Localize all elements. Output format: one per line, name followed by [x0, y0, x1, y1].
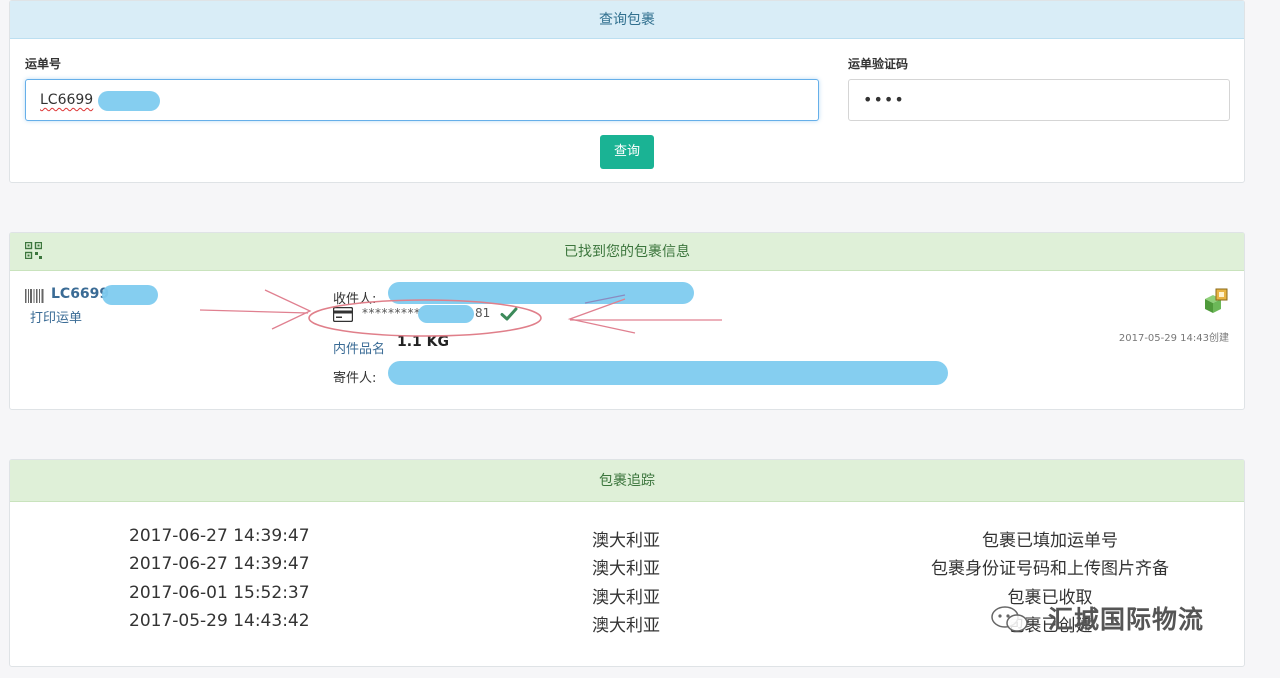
id-number-tail: 81 [475, 306, 491, 320]
tracking-status: 包裹已收取 [1007, 588, 1093, 608]
verify-code-input[interactable]: •••• [848, 79, 1230, 121]
redaction-mark [102, 285, 158, 305]
query-button[interactable]: 查询 [600, 135, 654, 169]
waybill-number: LC6699 [51, 286, 110, 302]
watermark-text: 汇城国际物流 [1048, 605, 1205, 634]
tracking-row: 2017-06-27 14:39:47 澳大利亚 包裹已填加运单号 [10, 526, 1246, 554]
redaction-mark [388, 361, 948, 385]
package-weight: 1.1 KG [397, 334, 450, 350]
tracking-row: 2017-06-27 14:39:47 澳大利亚 包裹身份证号码和上传图片齐备 [10, 554, 1246, 582]
waybill-label: 运单号 [25, 57, 62, 71]
barcode-icon [25, 289, 44, 303]
tracking-status: 包裹身份证号码和上传图片齐备 [931, 559, 1169, 579]
verify-code-value: •••• [863, 90, 905, 109]
tracking-location: 澳大利亚 [592, 588, 660, 608]
redaction-mark [388, 282, 694, 304]
sender-label: 寄件人: [333, 371, 377, 386]
query-panel: 查询包裹 运单号 LC6699 运单验证码 •••• 查询 [9, 0, 1245, 183]
result-panel-title: 已找到您的包裹信息 [10, 233, 1244, 271]
result-panel: 已找到您的包裹信息 LC6699 打印运单 收件人: ********* 81 … [9, 232, 1245, 410]
tracking-location: 澳大利亚 [592, 531, 660, 551]
id-card-icon [333, 307, 353, 322]
waybill-input-value: LC6699 [40, 92, 94, 108]
query-panel-title: 查询包裹 [10, 1, 1244, 39]
tracking-time: 2017-06-01 15:52:37 [129, 583, 310, 603]
verify-code-label: 运单验证码 [848, 57, 909, 71]
tracking-panel-title: 包裹追踪 [10, 460, 1244, 502]
redaction-mark [98, 91, 160, 111]
qr-code-icon [25, 242, 42, 259]
created-time: 2017-05-29 14:43创建 [1118, 333, 1229, 344]
receiver-label: 收件人: [333, 292, 377, 307]
check-icon [500, 307, 518, 321]
tracking-location: 澳大利亚 [592, 559, 660, 579]
tracking-time: 2017-06-27 14:39:47 [129, 526, 310, 546]
id-number-masked: ********* [362, 306, 421, 320]
redaction-mark [418, 305, 474, 323]
tracking-time: 2017-05-29 14:43:42 [129, 611, 310, 631]
print-waybill-link[interactable]: 打印运单 [30, 307, 82, 326]
contents-label: 内件品名 [333, 342, 386, 357]
tracking-location: 澳大利亚 [592, 616, 660, 636]
tracking-status: 包裹已创建 [1007, 616, 1093, 636]
tracking-time: 2017-06-27 14:39:47 [129, 554, 310, 574]
package-icon [1205, 288, 1228, 313]
tracking-status: 包裹已填加运单号 [982, 531, 1118, 551]
wechat-watermark-icon [991, 606, 1028, 632]
